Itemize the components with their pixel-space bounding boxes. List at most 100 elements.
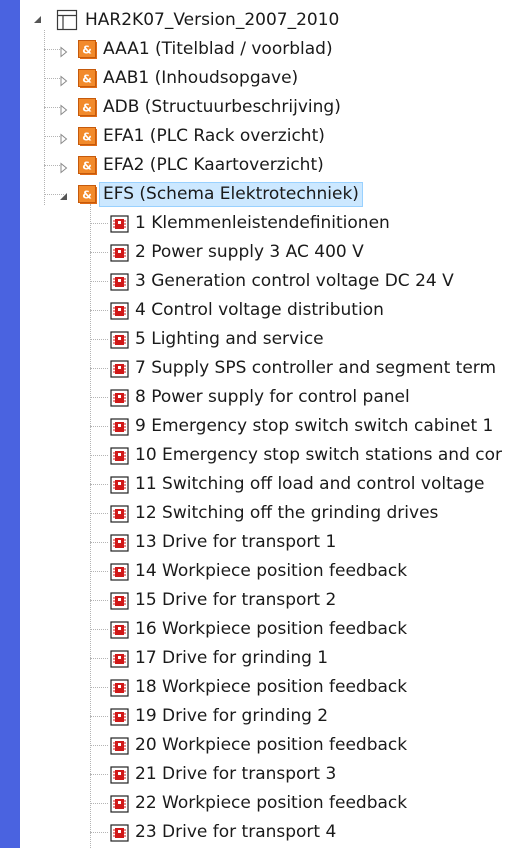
tree-page-label: 13 Drive for transport 1 (135, 532, 337, 552)
tree-page-row[interactable]: 18 Workpiece position feedback (20, 673, 520, 702)
tree-connector (90, 223, 108, 224)
tree-root-row[interactable]: HAR2K07_Version_2007_2010 (20, 6, 520, 35)
tree-connector (90, 600, 108, 601)
expand-arrow-icon[interactable] (58, 159, 70, 174)
schematic-page-icon (108, 591, 132, 615)
tree-connector (90, 455, 108, 456)
tree-group-row[interactable]: & AAA1 (Titelblad / voorblad) (20, 35, 520, 64)
tree-page-label: 21 Drive for transport 3 (135, 764, 337, 784)
tree-page-row[interactable]: 13 Drive for transport 1 (20, 528, 520, 557)
tree-page-row[interactable]: 19 Drive for grinding 2 (20, 702, 520, 731)
tree-page-row[interactable]: 9 Emergency stop switch switch cabinet 1 (20, 412, 520, 441)
tree-page-label: 17 Drive for grinding 1 (135, 648, 329, 668)
tree-page-label: 18 Workpiece position feedback (135, 677, 408, 697)
structure-group-icon: & (78, 156, 98, 180)
expand-arrow-icon[interactable] (58, 130, 70, 145)
tree-page-row[interactable]: 10 Emergency stop switch stations and co… (20, 441, 520, 470)
tree-connector (90, 687, 108, 688)
tree-page-label: 2 Power supply 3 AC 400 V (135, 242, 364, 262)
tree-group-row[interactable]: & EFA2 (PLC Kaartoverzicht) (20, 151, 520, 180)
tree-connector (90, 774, 108, 775)
tree-page-label: 8 Power supply for control panel (135, 387, 410, 407)
tree-page-label: 12 Switching off the grinding drives (135, 503, 439, 523)
tree-group-row[interactable]: & AAB1 (Inhoudsopgave) (20, 64, 520, 93)
schematic-page-icon (108, 504, 132, 528)
tree-connector (90, 716, 108, 717)
tree-page-row[interactable]: 2 Power supply 3 AC 400 V (20, 238, 520, 267)
tree-page-row[interactable]: 4 Control voltage distribution (20, 296, 520, 325)
schematic-page-icon (108, 272, 132, 296)
tree-page-row[interactable]: 15 Drive for transport 2 (20, 586, 520, 615)
svg-text:&: & (82, 102, 92, 115)
tree-page-row[interactable]: 23 Drive for transport 4 (20, 818, 520, 847)
tree-page-row[interactable]: 20 Workpiece position feedback (20, 731, 520, 760)
schematic-page-icon (108, 736, 132, 760)
tree-page-row[interactable]: 5 Lighting and service (20, 325, 520, 354)
structure-group-icon: & (78, 185, 98, 209)
tree-group-label: EFS (Schema Elektrotechniek) (99, 182, 363, 207)
svg-text:&: & (82, 160, 92, 173)
tree-page-label: 23 Drive for transport 4 (135, 822, 337, 842)
tree-page-label: 9 Emergency stop switch switch cabinet 1 (135, 416, 494, 436)
schematic-page-icon (108, 301, 132, 325)
svg-text:&: & (82, 131, 92, 144)
tree-page-label: 1 Klemmenleistendefinitionen (135, 213, 390, 233)
tree-page-label: 14 Workpiece position feedback (135, 561, 408, 581)
tree-page-row[interactable]: 16 Workpiece position feedback (20, 615, 520, 644)
schematic-page-icon (108, 243, 132, 267)
schematic-page-icon (108, 359, 132, 383)
schematic-page-icon (108, 533, 132, 557)
tree-group-label: ADB (Structuurbeschrijving) (103, 97, 341, 117)
tree-connector (90, 426, 108, 427)
collapse-arrow-icon[interactable] (32, 14, 44, 26)
tree-group-row[interactable]: & EFA1 (PLC Rack overzicht) (20, 122, 520, 151)
tree-connector (90, 397, 108, 398)
tree-page-label: 11 Switching off load and control voltag… (135, 474, 485, 494)
tree-page-row[interactable]: 8 Power supply for control panel (20, 383, 520, 412)
tree-page-label: 5 Lighting and service (135, 329, 324, 349)
expand-arrow-icon[interactable] (58, 72, 70, 87)
window-left-edge (0, 0, 20, 848)
tree-page-row[interactable]: 12 Switching off the grinding drives (20, 499, 520, 528)
schematic-page-icon (108, 475, 132, 499)
project-window-icon (56, 9, 78, 31)
schematic-page-icon (108, 417, 132, 441)
tree-group-label: AAB1 (Inhoudsopgave) (103, 68, 299, 88)
tree-connector (90, 339, 108, 340)
tree-root-label: HAR2K07_Version_2007_2010 (85, 10, 340, 30)
tree-page-label: 19 Drive for grinding 2 (135, 706, 329, 726)
schematic-page-icon (108, 446, 132, 470)
schematic-page-icon (108, 562, 132, 586)
tree-connector (90, 513, 108, 514)
tree-group-row[interactable]: & EFS (Schema Elektrotechniek) (20, 180, 520, 209)
tree-page-row[interactable]: 3 Generation control voltage DC 24 V (20, 267, 520, 296)
schematic-page-icon (108, 823, 132, 847)
schematic-page-icon (108, 388, 132, 412)
schematic-page-icon (108, 707, 132, 731)
project-navigator: HAR2K07_Version_2007_2010 & AAA1 (Titelbl… (0, 0, 520, 848)
tree-page-label: 4 Control voltage distribution (135, 300, 384, 320)
expand-arrow-icon[interactable] (58, 43, 70, 58)
structure-group-icon: & (78, 69, 98, 93)
tree-page-row[interactable]: 7 Supply SPS controller and segment term (20, 354, 520, 383)
tree-page-label: 10 Emergency stop switch stations and co… (135, 445, 503, 465)
page-tree[interactable]: HAR2K07_Version_2007_2010 & AAA1 (Titelbl… (20, 0, 520, 848)
tree-page-row[interactable]: 14 Workpiece position feedback (20, 557, 520, 586)
schematic-page-icon (108, 794, 132, 818)
tree-page-label: 7 Supply SPS controller and segment term (135, 358, 497, 378)
structure-group-icon: & (78, 40, 98, 64)
tree-page-row[interactable]: 1 Klemmenleistendefinitionen (20, 209, 520, 238)
tree-connector (90, 484, 108, 485)
tree-group-label: EFA1 (PLC Rack overzicht) (103, 126, 325, 146)
expand-arrow-icon[interactable] (58, 101, 70, 116)
tree-page-row[interactable]: 22 Workpiece position feedback (20, 789, 520, 818)
tree-group-row[interactable]: & ADB (Structuurbeschrijving) (20, 93, 520, 122)
tree-group-label: AAA1 (Titelblad / voorblad) (103, 39, 333, 59)
tree-page-label: 16 Workpiece position feedback (135, 619, 408, 639)
collapse-arrow-icon[interactable] (58, 188, 70, 200)
tree-page-row[interactable]: 21 Drive for transport 3 (20, 760, 520, 789)
tree-page-label: 22 Workpiece position feedback (135, 793, 408, 813)
tree-connector (90, 658, 108, 659)
tree-page-row[interactable]: 11 Switching off load and control voltag… (20, 470, 520, 499)
tree-page-row[interactable]: 17 Drive for grinding 1 (20, 644, 520, 673)
